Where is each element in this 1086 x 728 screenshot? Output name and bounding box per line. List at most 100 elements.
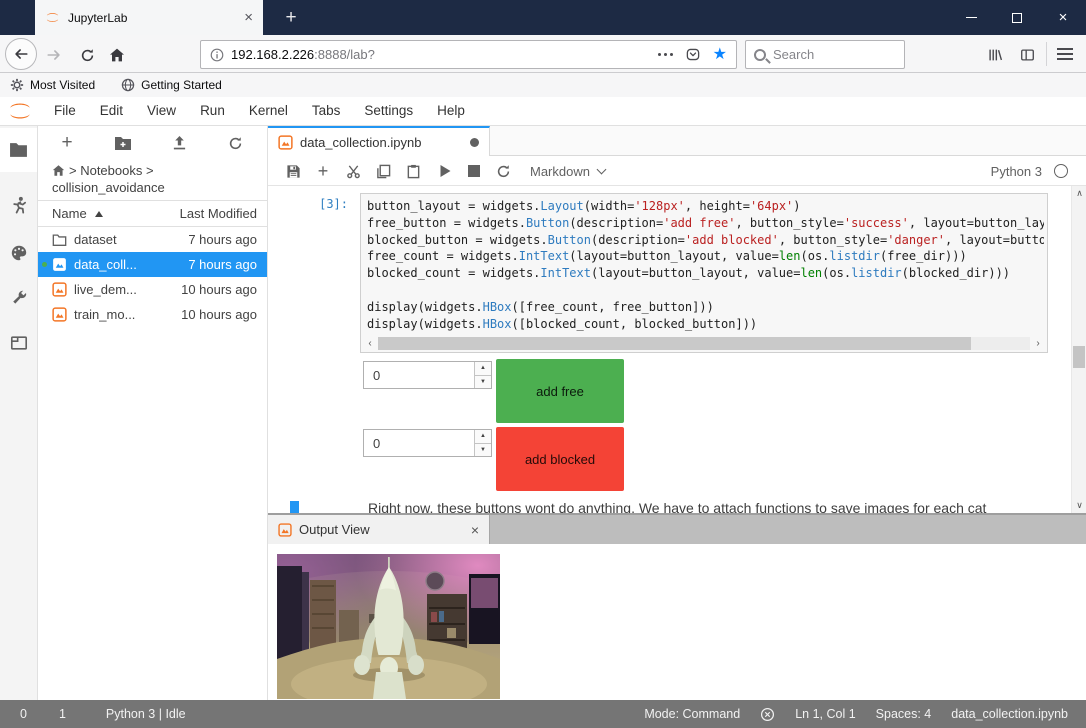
output-view-tab[interactable]: Output View × (268, 515, 490, 544)
blocked-count-input[interactable]: 0 ▲ ▼ (363, 429, 492, 457)
cell-collapser[interactable] (290, 501, 299, 513)
url-bar[interactable]: 192.168.2.226:8888/lab? ★ (200, 40, 737, 69)
pocket-icon[interactable] (685, 47, 701, 62)
bookmark-most-visited[interactable]: Most Visited (10, 78, 95, 92)
interrupt-kernel-button[interactable] (465, 162, 483, 180)
vscroll-thumb[interactable] (1073, 346, 1085, 368)
forward-arrow-icon (46, 47, 62, 63)
file-modified: 7 hours ago (188, 257, 257, 272)
globe-icon (121, 78, 135, 92)
add-free-button[interactable]: add free (496, 359, 624, 423)
spinner-down-icon[interactable]: ▼ (475, 376, 491, 389)
reload-button[interactable] (78, 46, 96, 64)
menu-edit[interactable]: Edit (88, 97, 135, 125)
menu-run[interactable]: Run (188, 97, 237, 125)
menu-tabs[interactable]: Tabs (300, 97, 353, 125)
browser-tab-jupyterlab[interactable]: JupyterLab × (35, 0, 263, 35)
search-box[interactable] (745, 40, 905, 69)
code-cell-editor[interactable]: button_layout = widgets.Layout(width='12… (360, 193, 1048, 353)
spinner-up-icon[interactable]: ▲ (475, 430, 491, 444)
notebook-tab[interactable]: data_collection.ipynb (268, 126, 490, 156)
sidebars-button[interactable] (1018, 46, 1036, 64)
hscroll-track[interactable] (378, 337, 1030, 350)
kernel-status[interactable]: Python 3 | Idle (106, 707, 186, 721)
spinner-up-icon[interactable]: ▲ (475, 362, 491, 376)
restart-kernel-button[interactable] (494, 162, 512, 180)
notebook-vscrollbar[interactable]: ∧ ∨ (1071, 186, 1086, 513)
cursor-position[interactable]: Ln 1, Col 1 (795, 707, 855, 721)
tab-close-icon[interactable]: × (244, 10, 253, 25)
free-count-spinner[interactable]: ▲ ▼ (474, 362, 491, 388)
trust-shield-icon[interactable] (760, 707, 775, 722)
notebook-panel: data_collection.ipynb + (268, 126, 1086, 513)
notebook-icon (52, 282, 67, 297)
terminals-count[interactable]: 0 (20, 707, 27, 721)
tab-property-inspector[interactable] (0, 276, 37, 320)
cut-cells-button[interactable] (344, 162, 362, 180)
scroll-left-icon[interactable]: ‹ (364, 337, 376, 350)
save-button[interactable] (284, 162, 302, 180)
menu-kernel[interactable]: Kernel (237, 97, 300, 125)
add-cell-button[interactable]: + (314, 162, 332, 180)
copy-cells-button[interactable] (374, 162, 392, 180)
back-button[interactable] (5, 38, 37, 70)
column-name[interactable]: Name (52, 206, 87, 221)
kernels-count[interactable]: 1 (59, 707, 66, 721)
scroll-up-icon[interactable]: ∧ (1072, 188, 1086, 199)
upload-button[interactable] (170, 134, 188, 152)
home-breadcrumb-icon[interactable] (52, 164, 65, 177)
refresh-file-list-button[interactable] (226, 134, 244, 152)
window-minimize-button[interactable] (948, 0, 994, 35)
bookmark-getting-started[interactable]: Getting Started (121, 78, 222, 92)
unsaved-changes-dot[interactable] (470, 138, 479, 147)
run-cell-button[interactable] (436, 162, 454, 180)
scroll-right-icon[interactable]: › (1032, 337, 1044, 350)
breadcrumb-parent[interactable]: > Notebooks > (69, 162, 154, 179)
notebook-tab-title: data_collection.ipynb (300, 135, 421, 150)
camera-image (277, 554, 500, 699)
kernel-idle-icon[interactable] (1054, 164, 1068, 178)
close-icon[interactable]: × (471, 523, 479, 537)
paste-cells-button[interactable] (404, 162, 422, 180)
file-row-dataset[interactable]: dataset 7 hours ago (38, 227, 267, 252)
add-blocked-button[interactable]: add blocked (496, 427, 624, 491)
menu-button[interactable] (1057, 48, 1073, 60)
column-last-modified[interactable]: Last Modified (180, 206, 257, 221)
cell-type-dropdown[interactable]: Markdown (530, 156, 605, 186)
new-tab-button[interactable]: + (278, 5, 304, 31)
blocked-count-spinner[interactable]: ▲ ▼ (474, 430, 491, 456)
menu-help[interactable]: Help (425, 97, 477, 125)
home-button[interactable] (108, 46, 126, 64)
spinner-down-icon[interactable]: ▼ (475, 444, 491, 457)
blocked-count-value: 0 (373, 436, 380, 451)
spaces-indicator[interactable]: Spaces: 4 (876, 707, 932, 721)
site-info-icon[interactable] (210, 48, 224, 62)
new-folder-button[interactable] (114, 134, 132, 152)
kernel-name[interactable]: Python 3 (991, 164, 1042, 179)
library-button[interactable] (986, 46, 1004, 64)
search-input[interactable] (773, 47, 883, 62)
file-row-live-demo[interactable]: live_dem... 10 hours ago (38, 277, 267, 302)
tab-open-tabs[interactable] (0, 321, 37, 365)
file-row-data-collection[interactable]: data_coll... 7 hours ago (38, 252, 267, 277)
forward-button[interactable] (45, 46, 63, 64)
tab-running-sessions[interactable] (0, 183, 37, 227)
hscroll-thumb[interactable] (378, 337, 971, 350)
command-mode-indicator[interactable]: Mode: Command (644, 707, 740, 721)
scroll-down-icon[interactable]: ∨ (1072, 500, 1086, 511)
menu-view[interactable]: View (135, 97, 188, 125)
editor-hscrollbar[interactable]: ‹ › (364, 337, 1044, 350)
free-count-input[interactable]: 0 ▲ ▼ (363, 361, 492, 389)
tab-commands[interactable] (0, 231, 37, 275)
bookmark-star-icon[interactable]: ★ (713, 47, 727, 63)
file-browser: + > No (38, 126, 268, 700)
new-launcher-button[interactable]: + (58, 134, 76, 152)
page-actions-icon[interactable] (658, 53, 673, 56)
menu-settings[interactable]: Settings (352, 97, 425, 125)
tab-file-browser[interactable] (0, 128, 37, 172)
active-file-name[interactable]: data_collection.ipynb (951, 707, 1068, 721)
window-close-button[interactable]: × (1040, 0, 1086, 35)
menu-file[interactable]: File (42, 97, 88, 125)
file-row-train-model[interactable]: train_mo... 10 hours ago (38, 302, 267, 327)
window-maximize-button[interactable] (994, 0, 1040, 35)
